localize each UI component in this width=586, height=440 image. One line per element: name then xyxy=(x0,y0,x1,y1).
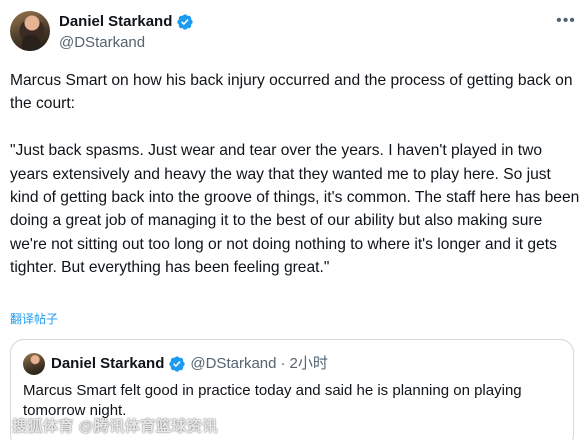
meta-separator: · xyxy=(280,355,286,372)
quoted-author-name: Daniel Starkand xyxy=(51,355,165,372)
author-handle[interactable]: @DStarkand xyxy=(59,33,145,53)
translate-post-link[interactable]: 翻译帖子 xyxy=(10,311,58,327)
author-display-name[interactable]: Daniel Starkand xyxy=(59,12,172,32)
more-options-icon[interactable]: ••• xyxy=(556,12,576,32)
quoted-tweet-header: Daniel Starkand @DStarkand · 2小时 xyxy=(51,354,328,374)
watermark: 搜狐体育 @腾讯体育篮球资讯 xyxy=(12,418,218,435)
verified-badge-icon xyxy=(169,356,186,372)
quoted-author-handle: @DStarkand xyxy=(190,355,277,372)
tweet-text: Marcus Smart on how his back injury occu… xyxy=(10,72,580,277)
author-name-row: Daniel Starkand xyxy=(59,12,194,32)
verified-badge-icon xyxy=(177,14,194,30)
quoted-tweet-text: Marcus Smart felt good in practice today… xyxy=(23,382,522,419)
author-avatar[interactable] xyxy=(10,11,50,51)
tweet-card: Daniel Starkand @DStarkand ••• Marcus Sm… xyxy=(0,0,586,440)
quoted-tweet-time[interactable]: 2小时 xyxy=(289,354,327,374)
quoted-author-avatar xyxy=(23,353,45,375)
